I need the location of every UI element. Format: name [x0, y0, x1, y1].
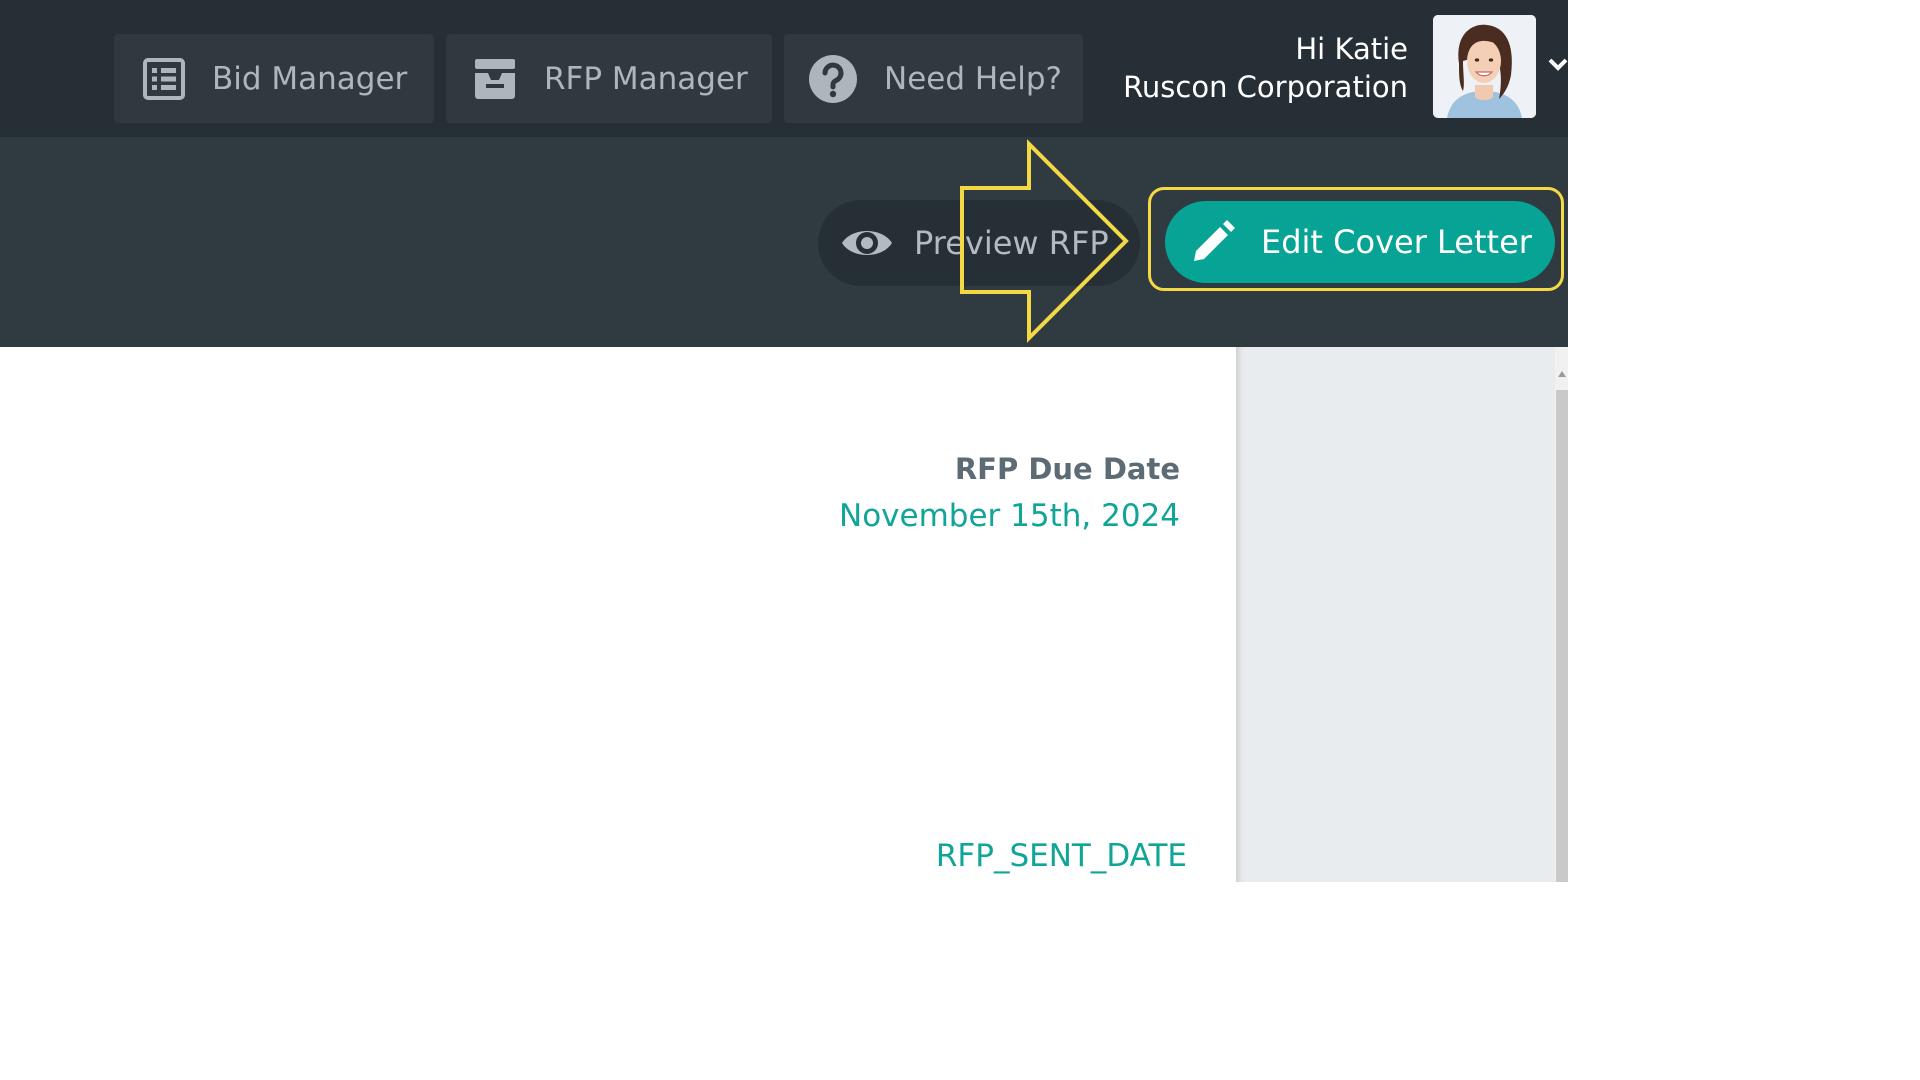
pencil-icon — [1191, 220, 1235, 264]
nav-bid-manager-label: Bid Manager — [212, 60, 408, 97]
company-name: Ruscon Corporation — [1123, 70, 1408, 104]
edit-cover-letter-label: Edit Cover Letter — [1261, 223, 1532, 261]
eye-icon — [840, 225, 894, 261]
rfp-due-date-value: November 15th, 2024 — [839, 498, 1180, 534]
nav-rfp-manager-label: RFP Manager — [544, 60, 748, 97]
rfp-due-date-label: RFP Due Date — [954, 452, 1180, 486]
document-side-panel — [1236, 347, 1555, 882]
nav-need-help-button[interactable]: Need Help? — [784, 34, 1083, 123]
list-icon — [142, 57, 186, 101]
user-greeting[interactable]: Hi Katie Ruscon Corporation — [1123, 30, 1408, 106]
avatar[interactable] — [1433, 15, 1536, 118]
chevron-down-icon[interactable] — [1548, 54, 1568, 78]
scrollbar-thumb[interactable] — [1556, 390, 1568, 882]
nav-need-help-label: Need Help? — [884, 60, 1062, 97]
greeting-text: Hi Katie — [1295, 32, 1408, 66]
inbox-tray-icon — [472, 56, 518, 102]
nav-rfp-manager-button[interactable]: RFP Manager — [446, 34, 772, 123]
cover-letter-page — [0, 347, 1236, 882]
scroll-up-icon[interactable] — [1558, 362, 1566, 381]
nav-bid-manager-button[interactable]: Bid Manager — [114, 34, 434, 123]
question-circle-icon — [808, 54, 858, 104]
edit-cover-letter-button[interactable]: Edit Cover Letter — [1165, 201, 1555, 283]
callout-arrow-icon — [958, 138, 1134, 348]
rfp-sent-date-placeholder: RFP_SENT_DATE — [935, 838, 1187, 874]
